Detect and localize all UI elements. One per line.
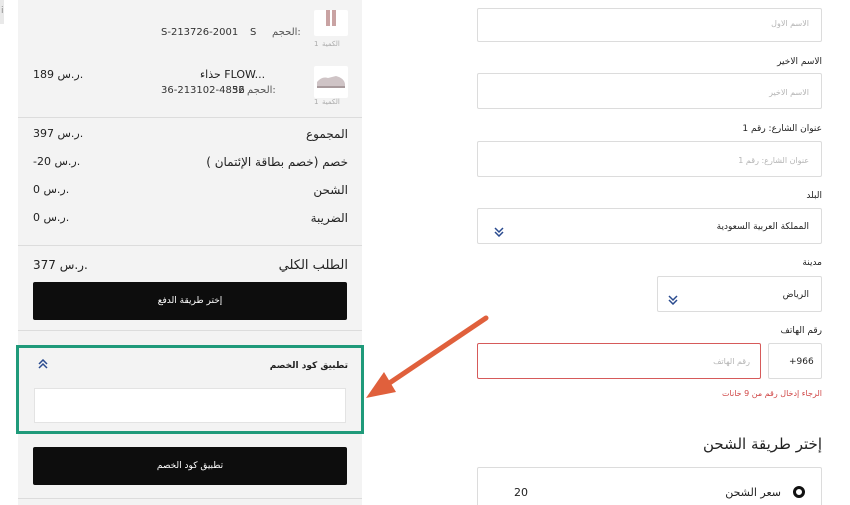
city-select[interactable]: الرياض	[657, 276, 822, 312]
shipping-option[interactable]: سعر الشحن 20	[477, 467, 822, 505]
city-label: مدينة	[802, 258, 822, 268]
shipping-method-title: إختر طريقة الشحن	[702, 435, 822, 453]
phone-code-select[interactable]: +966	[768, 343, 822, 379]
country-value: المملكة العربية السعودية	[716, 222, 809, 232]
last-name-label: الاسم الاخير	[777, 57, 822, 67]
street-label-text: عنوان الشارع: رقم	[751, 124, 822, 134]
phone-error: الرجاء إدخال رقم من 9 خانات	[722, 389, 822, 398]
street-placeholder: عنوان الشارع: رقم 1	[738, 156, 809, 165]
phone-label: رقم الهاتف	[780, 326, 822, 336]
radio-selected-icon[interactable]	[793, 486, 805, 498]
phone-code: +966	[789, 357, 814, 367]
street-input[interactable]: عنوان الشارع: رقم 1	[477, 141, 822, 177]
phone-input[interactable]: رقم الهاتف	[477, 343, 761, 379]
country-label: البلد	[806, 191, 822, 201]
chevron-down-icon	[668, 290, 678, 309]
shipping-option-price: 20	[514, 486, 528, 499]
city-value: الرياض	[782, 290, 809, 300]
first-name-placeholder: الاسم الاول	[771, 19, 809, 28]
first-name-input[interactable]: الاسم الاول	[477, 8, 822, 42]
street-label-num: 1	[742, 124, 749, 134]
chevron-down-icon	[494, 222, 504, 241]
shipping-option-label: سعر الشحن	[725, 486, 781, 499]
country-select[interactable]: المملكة العربية السعودية	[477, 208, 822, 244]
street-label: 1 عنوان الشارع: رقم	[742, 124, 822, 134]
last-name-placeholder: الاسم الاخير	[769, 88, 809, 97]
phone-placeholder: رقم الهاتف	[713, 357, 750, 366]
last-name-input[interactable]: الاسم الاخير	[477, 73, 822, 109]
